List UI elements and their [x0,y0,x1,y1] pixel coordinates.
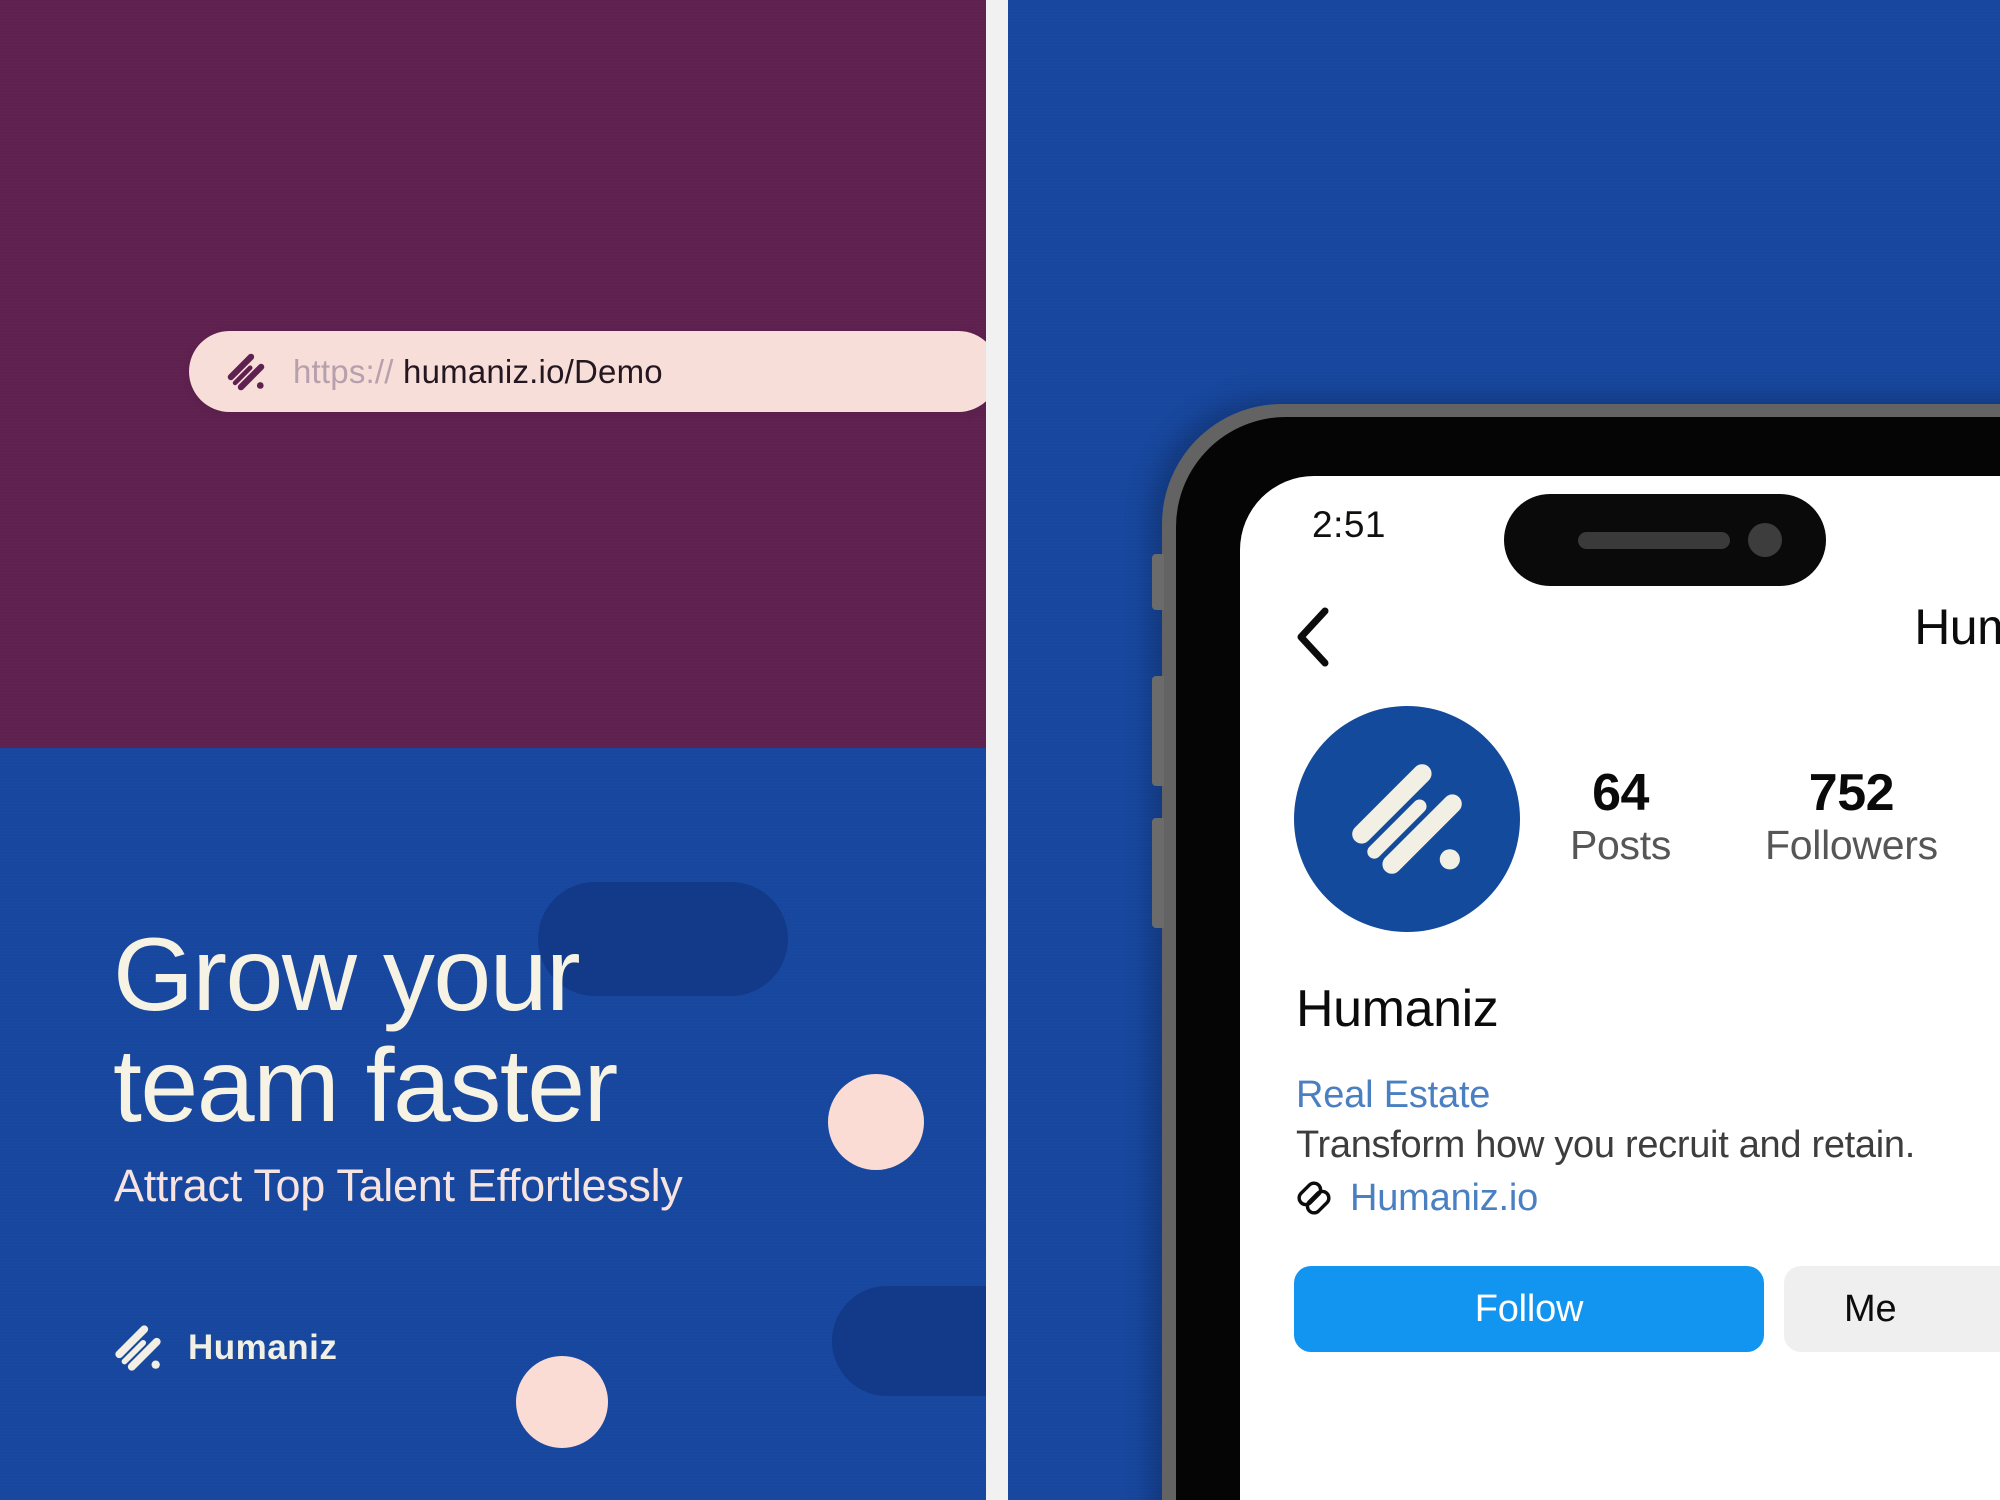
silence-switch-button[interactable] [1152,554,1164,610]
url-text: https:// humaniz.io/Demo [293,353,663,391]
profile-nav-bar: Humaniz [1240,598,2000,682]
profile-link-text: Humaniz.io [1350,1176,1539,1219]
screenshot-root: https:// humaniz.io/Demo Grow your team … [0,0,2000,1500]
brand-lockup: Humaniz [112,1322,337,1374]
stat-posts[interactable]: 64 Posts [1570,766,1671,869]
stat-value: 752 [1808,764,1895,822]
url-bar[interactable]: https:// humaniz.io/Demo [189,331,986,412]
profile-display-name: Humaniz [1296,980,1499,1038]
back-chevron-icon[interactable] [1294,606,1332,668]
panel-divider [986,0,1008,1500]
follow-button[interactable]: Follow [1294,1266,1764,1352]
stat-label: Posts [1570,822,1672,869]
nav-title: Humaniz [1914,599,2000,655]
right-phone-panel: 2:51 Humaniz [1008,0,2000,1500]
profile-link-row[interactable]: Humaniz.io [1292,1176,1538,1220]
nav-title-group: Humaniz [1914,598,2000,656]
humaniz-logo-icon [227,353,265,390]
url-scheme: https:// [293,352,394,390]
subheadline: Attract Top Talent Effortlessly [114,1160,683,1211]
link-chain-icon [1297,1181,1331,1215]
humaniz-logo-icon [1352,764,1462,874]
stat-value: 64 [1592,764,1649,822]
profile-bio: Transform how you recruit and retain. [1296,1124,1915,1166]
status-bar-time: 2:51 [1312,504,1387,545]
humaniz-logo-icon [115,1325,161,1371]
headline: Grow your team faster [113,917,618,1145]
phone-mockup: 2:51 Humaniz [1152,404,2000,1500]
dynamic-island [1504,494,1826,586]
front-camera-icon [1748,523,1782,557]
left-marketing-panel: https:// humaniz.io/Demo Grow your team … [0,0,986,1500]
profile-avatar[interactable] [1294,706,1520,932]
profile-action-buttons: Follow Me [1294,1266,2000,1352]
message-button[interactable]: Me [1784,1266,2000,1352]
volume-up-button[interactable] [1152,676,1164,786]
url-host: humaniz.io/Demo [403,352,663,390]
wordmark: Humaniz [188,1328,338,1367]
volume-down-button[interactable] [1152,818,1164,928]
speaker-slit-icon [1578,531,1730,549]
phone-screen: 2:51 Humaniz [1240,476,2000,1500]
profile-category[interactable]: Real Estate [1296,1074,1490,1117]
stat-label: Followers [1765,822,1938,869]
profile-stats: 64 Posts 752 Followers [1570,766,1938,869]
stat-followers[interactable]: 752 Followers [1765,766,1938,869]
